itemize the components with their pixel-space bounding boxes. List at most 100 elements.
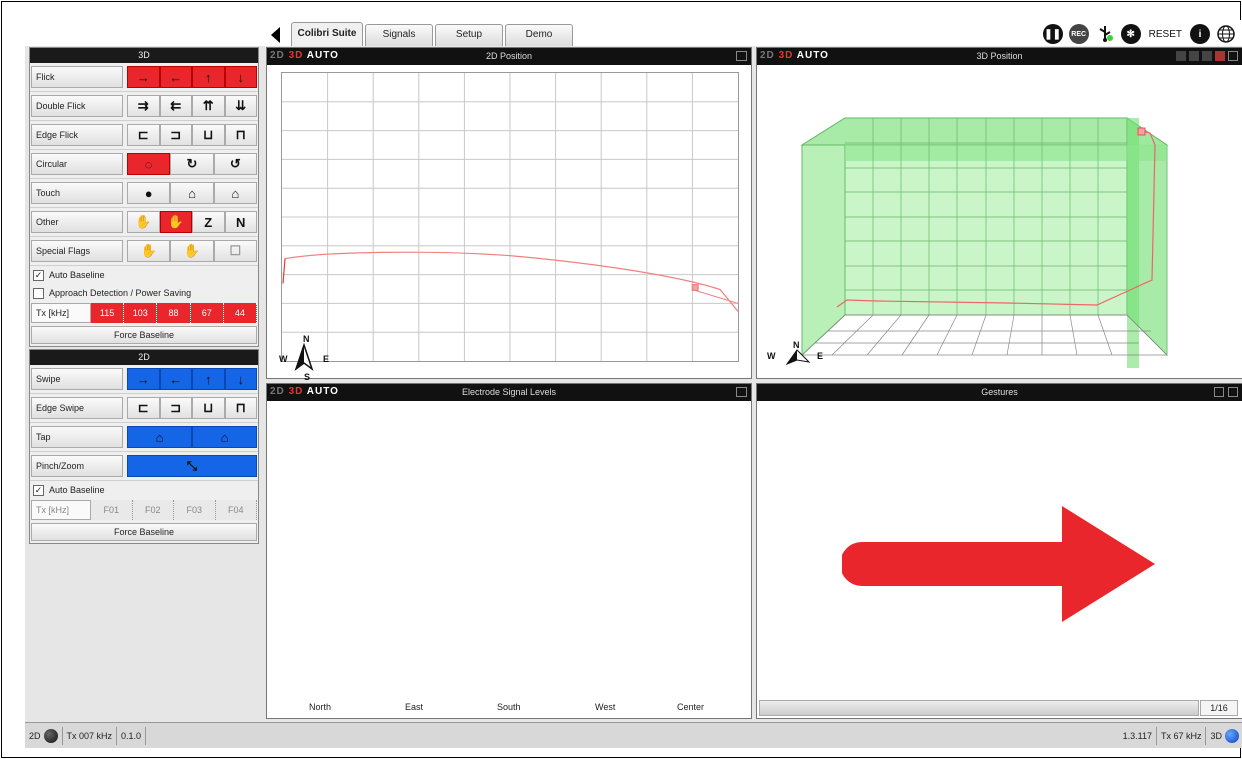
- flick-label[interactable]: Flick: [31, 66, 123, 88]
- swipe-west-button[interactable]: ←: [159, 368, 192, 390]
- popout-icon[interactable]: [1228, 51, 1238, 61]
- edge-flick-west-button[interactable]: ⊏: [127, 124, 160, 146]
- tx-2d-value[interactable]: F02: [132, 500, 174, 520]
- approach-detection-checkbox[interactable]: [33, 287, 44, 299]
- position-2d-grid: [281, 72, 739, 362]
- auto-baseline-2d-row: ✓ Auto Baseline: [30, 481, 258, 499]
- approach-detection-label: Approach Detection / Power Saving: [49, 288, 192, 298]
- approach-detection-row: Approach Detection / Power Saving: [30, 284, 258, 302]
- auto-baseline-2d-checkbox[interactable]: ✓: [33, 484, 44, 496]
- other-n-button[interactable]: N: [224, 211, 257, 233]
- touch-dot-button[interactable]: ●: [127, 182, 171, 204]
- globe-icon[interactable]: [1216, 24, 1236, 44]
- edge-flick-label[interactable]: Edge Flick: [31, 124, 123, 146]
- record-icon[interactable]: REC: [1068, 24, 1089, 44]
- tx-2d-value[interactable]: F01: [91, 500, 133, 520]
- back-arrow-icon[interactable]: [271, 27, 280, 43]
- swipe-north-button[interactable]: ↑: [192, 368, 225, 390]
- special-square-button[interactable]: ☐: [213, 240, 257, 262]
- gesture-arrow-east-icon: [842, 506, 1155, 622]
- view-top-icon[interactable]: [1189, 51, 1199, 61]
- gesture-history-bar[interactable]: [759, 700, 1199, 716]
- edge-swipe-east-button[interactable]: ⊐: [159, 397, 192, 419]
- edge-swipe-west-button[interactable]: ⊏: [127, 397, 160, 419]
- popout-icon[interactable]: [1228, 387, 1238, 397]
- double-flick-south-button[interactable]: ⇊: [224, 95, 257, 117]
- double-flick-west-button[interactable]: ⇇: [159, 95, 192, 117]
- view-side-icon[interactable]: [1202, 51, 1212, 61]
- other-hand-button[interactable]: ✋: [159, 211, 192, 233]
- edge-swipe-south-button[interactable]: ⊔: [192, 397, 225, 419]
- tab-colibri-suite[interactable]: Colibri Suite: [291, 22, 363, 46]
- tap-double-button[interactable]: ⌂: [192, 426, 257, 448]
- clear-gestures-icon[interactable]: [1214, 387, 1224, 397]
- swipe-south-button[interactable]: ↓: [224, 368, 257, 390]
- view-iso-icon[interactable]: [1215, 51, 1225, 61]
- flick-east-button[interactable]: →: [127, 66, 160, 88]
- panel-3d-position: 2D 3D AUTO 3D Position W N E: [756, 47, 1242, 379]
- tx-3d-value[interactable]: 44: [223, 303, 258, 323]
- compass-e-label-3d: E: [817, 351, 824, 361]
- tap-single-button[interactable]: ⌂: [127, 426, 192, 448]
- double-flick-north-button[interactable]: ⇈: [192, 95, 225, 117]
- pinch-zoom-button[interactable]: ⤡: [127, 455, 257, 477]
- tap-label[interactable]: Tap: [31, 426, 123, 448]
- panel-gestures: Gestures 1/16: [756, 383, 1242, 719]
- tx-3d-value[interactable]: 115: [91, 303, 125, 323]
- auto-baseline-3d-row: ✓ Auto Baseline: [30, 266, 258, 284]
- swipe-label[interactable]: Swipe: [31, 368, 123, 390]
- edge-flick-east-button[interactable]: ⊐: [159, 124, 192, 146]
- circular-label[interactable]: Circular: [31, 153, 123, 175]
- flick-north-button[interactable]: ↑: [192, 66, 225, 88]
- circular-counterclockwise-button[interactable]: ↺: [213, 153, 257, 175]
- pause-icon[interactable]: ❚❚: [1042, 24, 1063, 44]
- force-baseline-3d-button[interactable]: Force Baseline: [31, 326, 257, 344]
- touch-finger-wave-button[interactable]: ⌂: [213, 182, 257, 204]
- compass-w-label-3d: W: [767, 351, 776, 361]
- edge-flick-south-button[interactable]: ⊔: [192, 124, 225, 146]
- view-front-icon[interactable]: [1176, 51, 1186, 61]
- force-baseline-2d-button[interactable]: Force Baseline: [31, 523, 257, 541]
- window-frame: Colibri Suite Signals Setup Demo ❚❚ REC …: [1, 1, 1242, 758]
- auto-baseline-2d-label: Auto Baseline: [49, 485, 105, 495]
- tx-2d-value[interactable]: F04: [215, 500, 257, 520]
- popout-icon[interactable]: [736, 387, 747, 397]
- flick-west-button[interactable]: ←: [159, 66, 192, 88]
- tab-demo[interactable]: Demo: [505, 24, 573, 46]
- special-hand-button[interactable]: ✋: [170, 240, 214, 262]
- edge-swipe-north-button[interactable]: ⊓: [224, 397, 257, 419]
- edge-swipe-label[interactable]: Edge Swipe: [31, 397, 123, 419]
- row-tap: Tap ⌂ ⌂: [30, 423, 258, 452]
- double-flick-east-button[interactable]: ⇉: [127, 95, 160, 117]
- edge-flick-north-button[interactable]: ⊓: [224, 124, 257, 146]
- swipe-east-button[interactable]: →: [127, 368, 160, 390]
- app-root: Colibri Suite Signals Setup Demo ❚❚ REC …: [25, 20, 1242, 748]
- tx-3d-value[interactable]: 88: [157, 303, 191, 323]
- special-hand-outline-button[interactable]: ✋: [127, 240, 171, 262]
- tx-3d-value[interactable]: 103: [124, 303, 158, 323]
- channel-label-west: West: [595, 702, 616, 712]
- pinch-zoom-label[interactable]: Pinch/Zoom: [31, 455, 123, 477]
- auto-baseline-3d-checkbox[interactable]: ✓: [33, 269, 44, 281]
- tab-setup[interactable]: Setup: [435, 24, 503, 46]
- tx-2d-value[interactable]: F03: [174, 500, 216, 520]
- panel-signals-title: Electrode Signal Levels: [461, 387, 557, 397]
- tx-3d-value[interactable]: 67: [190, 303, 224, 323]
- popout-icon[interactable]: [736, 51, 747, 61]
- double-flick-label[interactable]: Double Flick: [31, 95, 123, 117]
- reset-button[interactable]: RESET: [1147, 29, 1184, 40]
- circular-clockwise-button[interactable]: ↻: [170, 153, 214, 175]
- settings-gear-icon[interactable]: ✻: [1120, 24, 1141, 44]
- other-z-button[interactable]: Z: [192, 211, 225, 233]
- other-hand-outline-button[interactable]: ✋: [127, 211, 160, 233]
- other-label[interactable]: Other: [31, 211, 123, 233]
- section-2d-header: 2D: [30, 350, 258, 365]
- special-flags-label[interactable]: Special Flags: [31, 240, 123, 262]
- flick-south-button[interactable]: ↓: [224, 66, 257, 88]
- info-icon[interactable]: i: [1190, 24, 1210, 44]
- touch-finger-button[interactable]: ⌂: [170, 182, 214, 204]
- touch-label[interactable]: Touch: [31, 182, 123, 204]
- circular-dotted-button[interactable]: ◌: [127, 153, 171, 175]
- tab-signals[interactable]: Signals: [365, 24, 433, 46]
- usb-icon[interactable]: [1095, 24, 1115, 44]
